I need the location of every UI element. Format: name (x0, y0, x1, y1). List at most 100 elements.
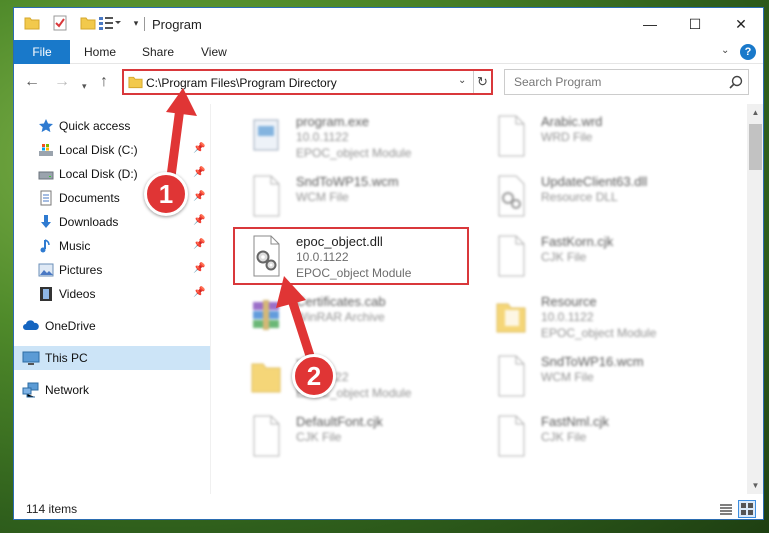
sidebar-item-network[interactable]: Network (14, 378, 210, 402)
sidebar-item-pictures[interactable]: Pictures 📌 (14, 258, 210, 282)
explorer-window: ▾ Program — ☐ ✕ File Home Share View ⌄ ?… (13, 7, 764, 520)
sidebar-item-label: This PC (45, 351, 88, 365)
up-arrow-icon[interactable]: ↑ (100, 73, 108, 91)
sidebar-item-label: Quick access (59, 119, 131, 133)
sidebar-item-label: Music (59, 239, 91, 253)
chevron-down-icon[interactable]: ⌄ (721, 45, 729, 56)
sidebar-item-videos[interactable]: Videos 📌 (14, 282, 210, 306)
sidebar-item-label: OneDrive (45, 319, 96, 333)
new-folder-icon[interactable] (80, 15, 96, 31)
customize-toolbar-icon[interactable] (98, 15, 121, 31)
pin-icon[interactable]: 📌 (193, 263, 205, 274)
file-type: CJK File (541, 250, 587, 264)
drive-icon (38, 166, 54, 182)
videos-icon (38, 286, 54, 302)
step-2-badge: 2 (292, 354, 336, 398)
file-item[interactable]: SndToWP16.wcm WCM File (485, 348, 725, 404)
documents-icon (38, 190, 54, 206)
music-icon (38, 238, 54, 254)
pin-icon[interactable]: 📌 (193, 239, 205, 250)
back-arrow-icon[interactable]: ← (24, 73, 40, 91)
search-icon[interactable] (729, 75, 743, 92)
tab-share[interactable]: Share (142, 40, 174, 64)
pin-icon[interactable]: 📌 (193, 191, 205, 202)
details-view-icon[interactable] (718, 502, 734, 519)
file-name: UpdateClient63.dll (541, 174, 648, 189)
file-type: WRD File (541, 130, 593, 144)
blank-file-icon (493, 114, 529, 158)
sidebar-item-label: Local Disk (D:) (59, 167, 138, 181)
pin-icon[interactable]: 📌 (193, 215, 205, 226)
maximize-button[interactable]: ☐ (672, 8, 718, 40)
file-name: program.exe (296, 114, 369, 129)
item-count: 114 items (26, 502, 78, 516)
scroll-down-icon[interactable]: ▼ (747, 477, 763, 494)
recent-locations-icon[interactable]: ▾ (82, 77, 87, 95)
scroll-up-icon[interactable]: ▲ (747, 104, 763, 121)
title-bar: ▾ Program — ☐ ✕ (14, 8, 763, 40)
blank-file-icon (248, 414, 284, 458)
tab-home[interactable]: Home (84, 40, 116, 64)
help-icon[interactable]: ? (740, 44, 756, 60)
sidebar-item-label: Videos (59, 287, 96, 301)
blank-file-icon (248, 174, 284, 218)
properties-checkmark-icon[interactable] (52, 15, 68, 31)
folder-icon (493, 294, 529, 338)
search-box[interactable] (504, 69, 749, 95)
pictures-icon (38, 262, 54, 278)
scroll-thumb[interactable] (749, 124, 762, 170)
large-icons-view-icon[interactable] (738, 500, 756, 518)
blank-file-icon (493, 234, 529, 278)
title-divider (144, 17, 145, 31)
dll-icon (493, 174, 529, 218)
step-1-badge: 1 (144, 172, 188, 216)
vertical-scrollbar[interactable]: ▲ ▼ (747, 104, 763, 494)
blank-file-icon (493, 354, 529, 398)
sidebar-item-label: Network (45, 383, 90, 397)
sidebar-item-this-pc[interactable]: This PC (14, 346, 210, 370)
file-name: FastNml.cjk (541, 414, 609, 429)
file-item[interactable]: DefaultFont.cjk CJK File (240, 408, 480, 464)
pin-icon[interactable]: 📌 (193, 287, 205, 298)
folder-icon[interactable] (24, 15, 40, 31)
sidebar-item-downloads[interactable]: Downloads 📌 (14, 210, 210, 234)
file-item[interactable]: Resource 10.0.1122 EPOC_object Module (485, 288, 725, 344)
file-name: Resource (541, 294, 597, 309)
file-item[interactable]: FastNml.cjk CJK File (485, 408, 725, 464)
file-item[interactable]: Arabic.wrd WRD File (485, 108, 725, 164)
forward-arrow-icon[interactable]: → (54, 73, 70, 91)
sidebar-item-onedrive[interactable]: OneDrive (14, 314, 210, 338)
file-item[interactable]: FastKorn.cjk CJK File (485, 228, 725, 284)
download-icon (38, 214, 54, 230)
star-icon (38, 118, 54, 134)
sidebar-item-label: Pictures (59, 263, 103, 277)
file-item[interactable]: UpdateClient63.dll Resource DLL (485, 168, 725, 224)
pane-divider[interactable] (210, 104, 211, 494)
file-item[interactable]: SndToWP15.wcm WCM File (240, 168, 480, 224)
file-name: SndToWP16.wcm (541, 354, 644, 369)
tab-view[interactable]: View (201, 40, 227, 64)
file-name: FastKorn.cjk (541, 234, 614, 249)
window-title: Program (152, 17, 202, 32)
minimize-button[interactable]: — (627, 8, 673, 40)
navigation-bar: ← → ▾ ↑ C:\Program Files\Program Directo… (14, 65, 763, 99)
chevron-down-icon[interactable]: ▾ (128, 15, 144, 31)
file-type: CJK File (541, 430, 587, 444)
file-description: EPOC_object Module (296, 146, 412, 160)
file-version: 10.0.1122 (296, 130, 349, 144)
exe-icon (248, 114, 284, 158)
refresh-icon[interactable]: ↻ (473, 71, 491, 93)
annotation-arrow-2 (276, 276, 317, 367)
file-item[interactable]: program.exe 10.0.1122 EPOC_object Module (240, 108, 480, 164)
folder-icon (128, 75, 143, 92)
file-description: EPOC_object Module (541, 326, 657, 340)
file-type: Resource DLL (541, 190, 618, 204)
file-name: Arabic.wrd (541, 114, 603, 129)
status-bar: 114 items (14, 498, 763, 519)
search-input[interactable] (505, 70, 720, 94)
chevron-down-icon[interactable]: ⌄ (458, 75, 466, 86)
computer-icon (22, 350, 40, 366)
sidebar-item-music[interactable]: Music 📌 (14, 234, 210, 258)
close-button[interactable]: ✕ (718, 8, 763, 40)
tab-file[interactable]: File (14, 40, 70, 64)
